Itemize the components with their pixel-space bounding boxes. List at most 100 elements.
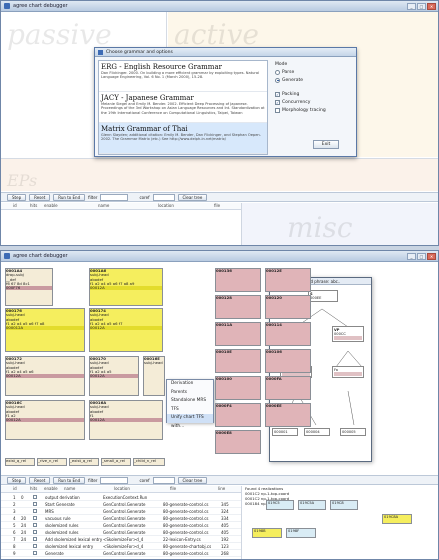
chart-edge[interactable]: 00011A [215, 322, 261, 346]
row-line: 345 [221, 501, 229, 507]
row-enable-checkbox[interactable] [33, 550, 45, 556]
tree-node[interactable]: 000005 [340, 428, 366, 437]
realization-cell[interactable]: 0198B [252, 528, 282, 538]
chart-edge[interactable]: 000172 subj-head abodef f1 a2 a4 a5 a6 0… [5, 356, 85, 396]
row-enable-checkbox[interactable] [33, 494, 45, 500]
row-enable-checkbox[interactable] [33, 529, 45, 535]
clear-tree-button[interactable]: Clear tree [177, 476, 208, 484]
table-row[interactable]: 8 skolemized lexical entry <SkolemizeFor>d… [1, 543, 241, 550]
chart-edge[interactable]: 000120 [265, 295, 311, 319]
table-row[interactable]: 3 MRS GenControl.Generate 80-generate-contr… [1, 508, 241, 515]
step-button[interactable]: Step [7, 476, 27, 484]
realizations-pane[interactable]: Found 4 realizations 0001C2 np-1-top-coo… [241, 486, 438, 559]
table-row[interactable]: 2 Start Generate GenControl.Generate 80-gen… [1, 501, 241, 508]
tree-node[interactable]: S 000EE [308, 290, 338, 303]
minimize-button[interactable]: _ [407, 3, 416, 10]
chart-edge[interactable]: 000128 [215, 295, 261, 319]
menu-item-tfs[interactable]: TFS [167, 406, 213, 415]
coref-input[interactable] [152, 193, 175, 201]
lex-edge[interactable]: _child_n_rel [133, 458, 165, 466]
run-to-end-button[interactable]: Run to End [53, 476, 86, 484]
concurrency-checkbox[interactable]: ✓ Concurrency [275, 98, 355, 106]
chart-edge[interactable]: 000176 subj-head abodef f1 a2 a4 a5 a6 f… [5, 308, 85, 352]
chart-edge[interactable]: 0000FA [265, 376, 311, 400]
packing-checkbox[interactable]: ✓ Packing [275, 90, 355, 98]
row-enable-checkbox[interactable] [33, 543, 45, 549]
tree-node[interactable]: 000001 [272, 428, 298, 437]
morphology-checkbox[interactable]: Morphology tracing [275, 106, 355, 114]
chart-edge[interactable]: 0001A6 subj-head abodef f1 a2 a4 a5 a6 f… [89, 268, 163, 306]
lex-edge[interactable]: exist_q_rel [5, 458, 35, 466]
exit-button[interactable]: Exit [313, 140, 339, 149]
grammar-item-jacy[interactable]: JACY - Japanese Grammar Melanie Siegel a… [99, 92, 267, 123]
tree-node[interactable]: Fa [332, 366, 364, 379]
window-titlebar[interactable]: agree chart debugger _ □ ✕ [1, 1, 438, 12]
table-row[interactable]: 4 20 vacuous rule GenControl.Generate 80-gen… [1, 515, 241, 522]
table-row[interactable]: 9 Generate GenControl.Generate 80-generate-… [1, 550, 241, 557]
minimize-button[interactable]: _ [407, 253, 416, 260]
dialog-titlebar[interactable]: Choose grammar and options [95, 48, 356, 57]
chart-edge[interactable]: 000136 [215, 268, 261, 292]
menu-item-parents[interactable]: Parents [167, 389, 213, 398]
chart-edge[interactable]: 00016E subj-head [143, 356, 165, 396]
row-enable-checkbox[interactable] [33, 501, 45, 507]
mode-generate-radio[interactable]: Generate [275, 76, 355, 84]
grammar-item-thai[interactable]: Matrix Grammar of Thai Glenn Slayden; ad… [99, 123, 267, 154]
chart-edge[interactable]: 000106 [265, 349, 311, 373]
grammar-item-erg[interactable]: ERG - English Resource Grammar Dan Flick… [99, 61, 267, 92]
chart-edge[interactable]: 000174 subj-head abodef f1 a2 a4 a5 a6 f… [89, 308, 163, 352]
close-button[interactable]: ✕ [427, 3, 436, 10]
chart-edge[interactable]: 00012E [265, 268, 311, 292]
lex-edge[interactable]: _exist_q_rel [69, 458, 99, 466]
filter-input[interactable] [100, 476, 129, 484]
chart-edge[interactable]: 0000EE [265, 403, 311, 427]
parse-chart[interactable]: 0001A4 drop-subj __def f6 67 8d 8c1 000F… [1, 262, 438, 497]
chart-edge[interactable]: 00016C subj-head abodef f1 a2 00012A [5, 400, 85, 440]
realization-cell[interactable]: 0198F [286, 528, 316, 538]
breakpoint-list[interactable]: 1 0 output derivation ExecutionContext.Run 2… [1, 494, 241, 557]
menu-item-derivation[interactable]: Derivation [167, 380, 213, 389]
menu-item-unify[interactable]: Unify chart TFS with... [167, 414, 213, 429]
maximize-button[interactable]: □ [417, 253, 426, 260]
grammar-citation: Melanie Siegel and Emily M. Bender. 2002… [101, 102, 265, 115]
table-row[interactable]: 6 24 skolemized rules GenControl.Generate 80… [1, 529, 241, 536]
chart-edge[interactable]: 0000E8 [215, 430, 261, 454]
table-row[interactable]: 5 24 skolemized rules GenControl.Generate 80… [1, 522, 241, 529]
breakpoint-list[interactable] [1, 210, 241, 245]
row-enable-checkbox[interactable] [33, 522, 45, 528]
filter-input[interactable] [100, 193, 129, 201]
maximize-button[interactable]: □ [417, 3, 426, 10]
realization-cell[interactable]: 019C8A [382, 514, 412, 524]
row-enable-checkbox[interactable] [33, 536, 45, 542]
lex-edge[interactable]: _rive_n_rel [37, 458, 67, 466]
step-button[interactable]: Step [7, 193, 27, 201]
table-row[interactable]: 1 0 output derivation ExecutionContext.Run [1, 494, 241, 501]
chart-edge[interactable]: 000100 [215, 376, 261, 400]
row-enable-checkbox[interactable] [33, 508, 45, 514]
realization-cell[interactable]: 019C5A [298, 500, 326, 510]
tree-node[interactable]: VP 000CC [332, 326, 364, 343]
realization-cell[interactable]: 019C8 [330, 500, 358, 510]
chart-edge[interactable]: 000114 [265, 322, 311, 346]
reset-button[interactable]: Reset [29, 476, 51, 484]
table-row[interactable]: 7 24 Add skolemized lexical entry <Skolemiz… [1, 536, 241, 543]
coref-input[interactable] [152, 476, 175, 484]
grammar-list[interactable]: ERG - English Resource Grammar Dan Flick… [98, 60, 268, 155]
close-button[interactable]: ✕ [427, 253, 436, 260]
reset-button[interactable]: Reset [29, 193, 51, 201]
menu-item-standalone-mrs[interactable]: Standalone MRS [167, 397, 213, 406]
row-enable-checkbox[interactable] [33, 515, 45, 521]
lex-edge[interactable]: _small_a_rel [101, 458, 131, 466]
chart-edge[interactable]: 0000F4 [215, 403, 261, 427]
chart-edge[interactable]: 000170 subj-head abodef f1 a2 a4 a5 0001… [89, 356, 139, 396]
chart-edge[interactable]: 00016A subj-head abodef f1 00012A [89, 400, 163, 440]
chart-edge[interactable]: 0001A4 drop-subj __def f6 67 8d 8c1 000F… [5, 268, 53, 306]
realization-cell[interactable]: 019C5 [266, 500, 294, 510]
tree-node[interactable]: 000004 [304, 428, 330, 437]
concurrency-label: Concurrency [282, 99, 311, 105]
mode-parse-radio[interactable]: Parse [275, 68, 355, 76]
clear-tree-button[interactable]: Clear tree [177, 193, 208, 201]
window-titlebar[interactable]: agree chart debugger _ □ ✕ [1, 251, 438, 262]
run-to-end-button[interactable]: Run to End [53, 193, 86, 201]
chart-edge[interactable]: 00010E [215, 349, 261, 373]
